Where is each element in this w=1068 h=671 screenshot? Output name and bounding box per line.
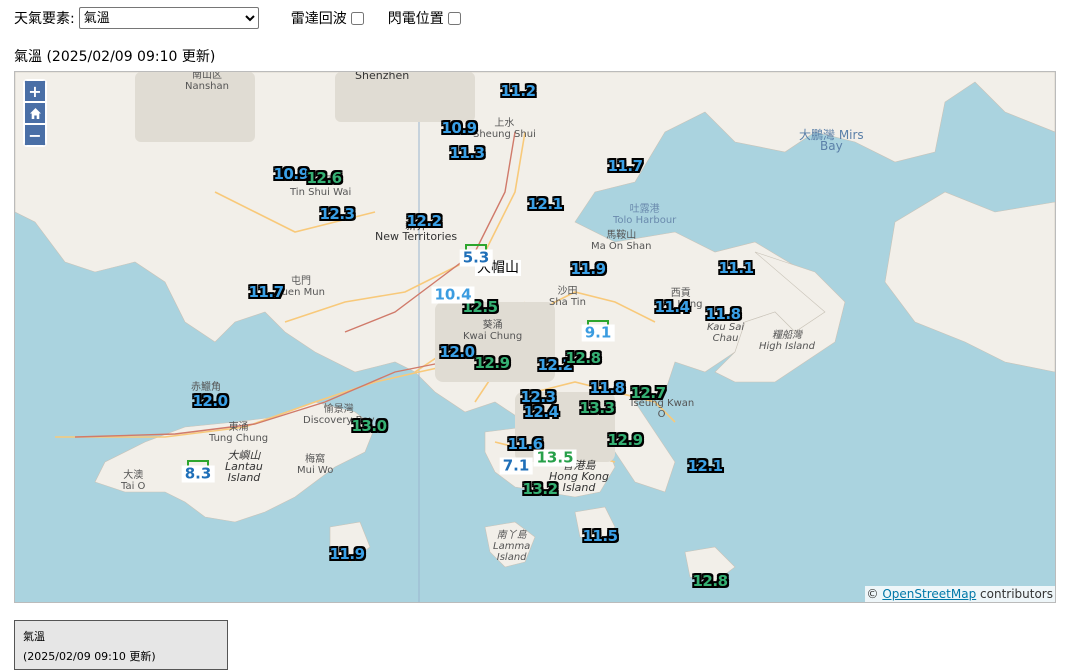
station-temperature[interactable]: 12.6 [306,169,342,187]
station-temperature-plain[interactable]: 10.4 [431,286,475,304]
weather-element-select[interactable]: 氣溫 [78,7,259,29]
legend-time: (2025/02/09 09:10 更新) [23,650,156,663]
station-flag [187,460,209,466]
home-button[interactable] [24,102,46,124]
station-temperature[interactable]: 12.8 [565,349,601,367]
place-tuen-mun: 屯門 Tuen Mun [277,276,325,298]
place-sha-tin: 沙田 Sha Tin [549,286,586,308]
place-nanshan: 南山区 Nanshan [185,71,229,92]
station-temperature[interactable]: 13.2 [522,480,558,498]
place-kwai-chung: 葵涌 Kwai Chung [463,320,523,342]
station-temperature[interactable]: 11.8 [589,379,625,397]
place-tung-chung: 東涌 Tung Chung [209,422,269,444]
mirs-bay-land [884,191,1055,373]
place-ma-on-shan: 馬鞍山 Ma On Shan [591,230,652,252]
station-temperature-plain[interactable]: 13.5 [533,449,577,467]
station-temperature[interactable]: 11.9 [329,545,365,563]
station-temperature-plain[interactable]: 9.1 [581,324,615,342]
legend-box: 氣溫 (2025/02/09 09:10 更新) [14,620,228,670]
station-temperature[interactable]: 12.9 [607,431,643,449]
station-temperature[interactable]: 11.5 [582,527,618,545]
station-temperature[interactable]: 11.4 [654,298,690,316]
place-lamma: 南丫島 Lamma Island [493,530,531,563]
attribution-suffix: contributors [976,587,1053,601]
station-temperature[interactable]: 11.8 [705,305,741,323]
station-temperature[interactable]: 11.9 [570,260,606,278]
attribution-prefix: © [866,587,883,601]
station-temperature-plain[interactable]: 8.3 [181,465,215,483]
station-temperature[interactable]: 11.1 [718,259,754,277]
openstreetmap-link[interactable]: OpenStreetMap [882,587,976,601]
station-temperature[interactable]: 13.3 [579,399,615,417]
place-mui-wo: 梅窩 Mui Wo [297,454,334,476]
station-flag [587,320,609,326]
station-temperature[interactable]: 12.0 [439,343,475,361]
place-tai-o: 大澳 Tai O [121,470,146,492]
map-title: 氣溫 (2025/02/09 09:10 更新) [14,49,216,65]
station-temperature[interactable]: 12.2 [406,212,442,230]
lightning-label: 閃電位置 [387,11,444,27]
element-label: 天氣要素: [14,11,75,27]
map[interactable]: + − 南山区 Nanshan Shenzhen 上水 Sheung Shui … [14,71,1056,603]
map-attribution: © OpenStreetMap contributors [864,586,1055,602]
station-temperature[interactable]: 12.1 [527,195,563,213]
radar-toggle[interactable]: 雷達回波 [291,8,364,28]
station-temperature[interactable]: 12.0 [192,392,228,410]
station-temperature[interactable]: 10.9 [441,119,477,137]
place-high-island: 糧船灣 High Island [759,330,815,352]
station-temperature[interactable]: 12.7 [630,384,666,402]
station-temperature[interactable]: 12.3 [319,205,355,223]
place-kau-sai-chau: Kau Sai Chau [707,322,745,344]
station-temperature[interactable]: 12.8 [692,572,728,590]
station-temperature[interactable]: 11.3 [449,144,485,162]
radar-checkbox[interactable] [350,11,364,25]
zoom-out-button[interactable]: − [24,124,46,146]
station-temperature-plain[interactable]: 7.1 [499,457,533,475]
home-icon [29,107,41,119]
place-mirs-bay: 大鵬灣 Mirs Bay [799,128,864,153]
lightning-checkbox[interactable] [447,11,461,25]
station-temperature[interactable]: 12.1 [687,457,723,475]
station-temperature[interactable]: 12.4 [523,403,559,421]
legend-title: 氣溫 [23,630,45,643]
station-temperature[interactable]: 11.7 [607,157,643,175]
map-base [15,72,1055,602]
place-sheung-shui: 上水 Sheung Shui [473,118,536,140]
place-shenzhen: Shenzhen [355,71,410,82]
station-temperature[interactable]: 11.7 [248,283,284,301]
lightning-toggle[interactable]: 閃電位置 [388,8,461,28]
place-lantau: 大嶼山 Lantau Island [225,449,263,484]
place-tolo-harbour: 吐露港 Tolo Harbour [613,204,677,226]
zoom-control: + − [24,80,46,146]
station-flag [465,244,487,250]
radar-label: 雷達回波 [290,11,347,27]
station-temperature[interactable]: 13.0 [351,417,387,435]
station-temperature[interactable]: 12.9 [474,354,510,372]
station-temperature[interactable]: 10.9 [273,165,309,183]
zoom-in-button[interactable]: + [24,80,46,102]
station-temperature[interactable]: 11.2 [500,82,536,100]
station-temperature-plain[interactable]: 5.3 [459,249,493,267]
toolbar: 天氣要素: 氣溫 雷達回波 閃電位置 [14,6,461,30]
